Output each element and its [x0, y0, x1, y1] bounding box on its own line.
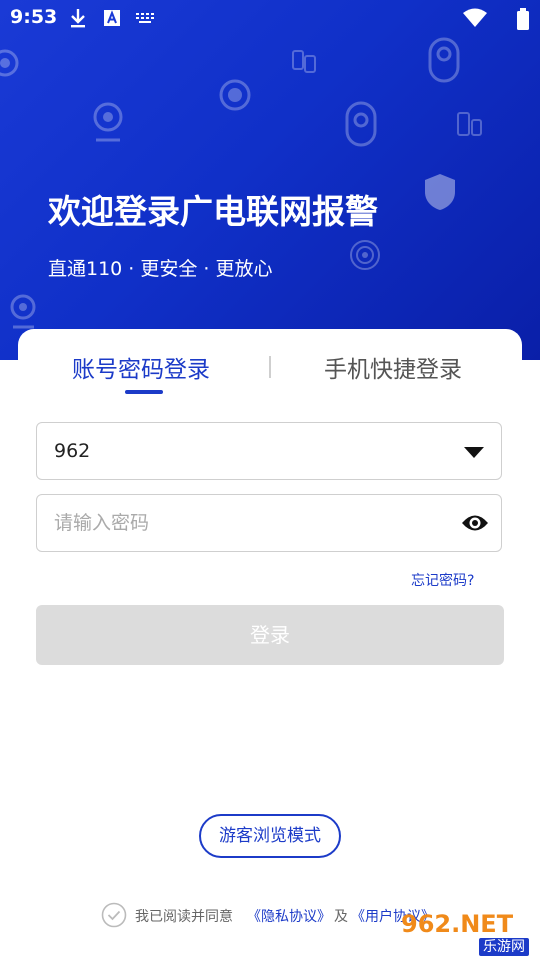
- watermark-sub: 乐游网: [479, 938, 529, 956]
- account-input[interactable]: [54, 423, 434, 479]
- webcam-outline-icon: [93, 102, 123, 142]
- agreement-and: 及: [334, 909, 348, 925]
- dropdown-icon[interactable]: [464, 447, 484, 459]
- font-icon: [104, 10, 120, 26]
- status-time: 9:53: [10, 6, 58, 28]
- battery-icon: [517, 8, 529, 30]
- forgot-password-link[interactable]: 忘记密码?: [411, 570, 474, 590]
- eye-icon[interactable]: [461, 513, 489, 533]
- hero-title: 欢迎登录广电联网报警: [48, 192, 378, 231]
- shield-outline-icon: [425, 174, 455, 210]
- camera-outline-icon: [0, 49, 19, 77]
- camera-outline-icon: [428, 37, 460, 83]
- agreement-prefix: 我已阅读并同意: [135, 909, 233, 925]
- device-outline-icon: [457, 112, 482, 136]
- active-tab-indicator: [125, 390, 163, 394]
- lens-outline-icon: [219, 79, 251, 111]
- camera-outline-icon: [345, 101, 377, 147]
- webcam-outline-icon: [10, 294, 36, 329]
- download-icon: [71, 9, 85, 28]
- password-field[interactable]: [36, 494, 502, 552]
- check-icon[interactable]: [101, 902, 127, 928]
- password-input[interactable]: [54, 495, 434, 551]
- tab-divider: [269, 356, 271, 378]
- status-bar: 9:53: [0, 0, 540, 36]
- hero-banner: 欢迎登录广电联网报警 直通110 · 更安全 · 更放心: [0, 0, 540, 360]
- privacy-policy-link[interactable]: 《隐私协议》: [247, 906, 331, 926]
- device-outline-icon: [292, 50, 316, 73]
- watermark-logo: 962.NET 乐游网: [401, 908, 536, 958]
- hero-subtitle: 直通110 · 更安全 · 更放心: [48, 258, 273, 280]
- disc-outline-icon: [350, 240, 380, 270]
- watermark-brand: 962.NET: [401, 910, 514, 938]
- keyboard-icon: [136, 13, 154, 23]
- tab-phone-login[interactable]: 手机快捷登录: [324, 350, 462, 384]
- account-field[interactable]: [36, 422, 502, 480]
- wifi-icon: [463, 8, 487, 27]
- guest-mode-button[interactable]: 游客浏览模式: [199, 814, 341, 858]
- tab-password-login[interactable]: 账号密码登录: [72, 350, 210, 384]
- login-button[interactable]: 登录: [36, 605, 504, 665]
